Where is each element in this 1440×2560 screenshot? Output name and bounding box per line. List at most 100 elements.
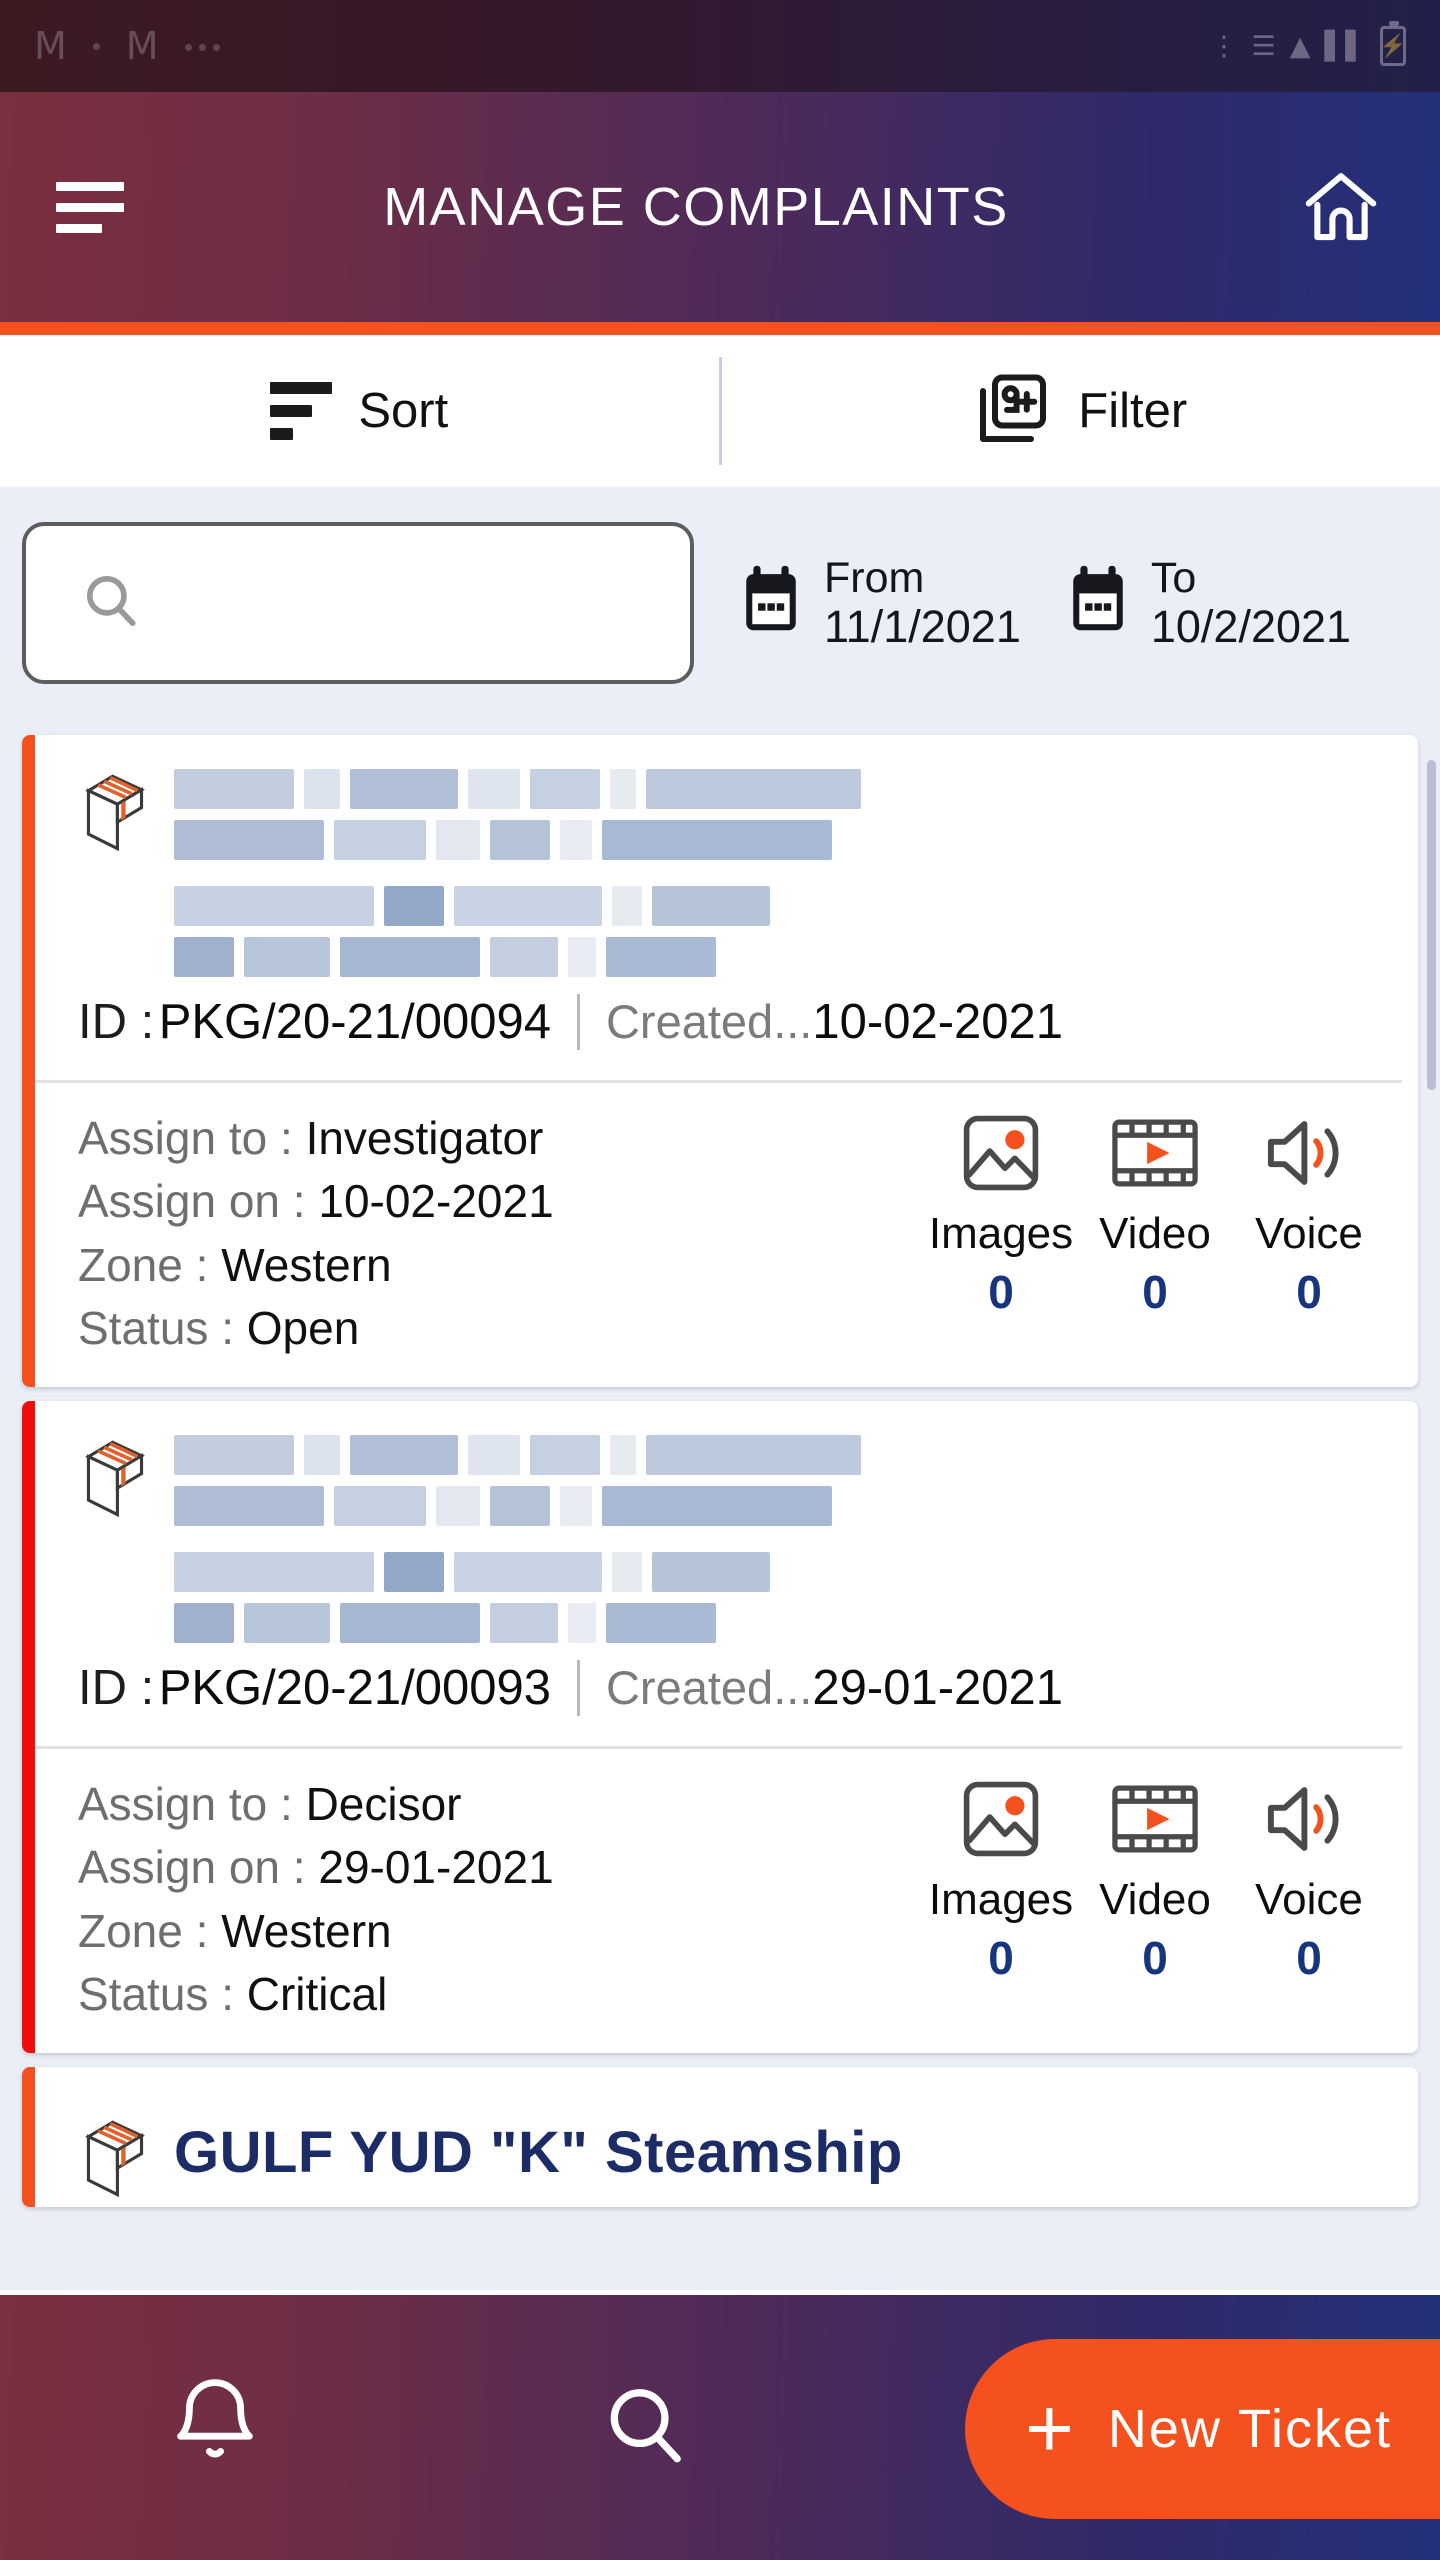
status-stripe: [22, 1400, 35, 2053]
scrollbar[interactable]: [1427, 760, 1436, 1090]
signal-icon: ☰: [1251, 30, 1276, 62]
video-count: 0: [1142, 1931, 1168, 1984]
search-field[interactable]: [142, 578, 622, 628]
assign-on-value: 10-02-2021: [318, 1175, 554, 1228]
gmail-icon: M: [125, 24, 159, 68]
complaint-card[interactable]: ID : PKG/20-21/00093 Created... 29-01-20…: [22, 1400, 1418, 2053]
calendar-icon: [738, 564, 804, 641]
new-ticket-button[interactable]: + New Ticket: [964, 2339, 1440, 2519]
status-bar-system-icons: ⋮ ☰ ▲ ▌▌ ⚡: [1210, 21, 1407, 66]
plus-icon: +: [1024, 2381, 1074, 2476]
status-value: Open: [246, 1302, 360, 1355]
sort-button[interactable]: Sort: [0, 382, 719, 440]
id-label: ID :: [78, 1660, 155, 1715]
filter-button[interactable]: Filter: [722, 370, 1440, 453]
id-value: PKG/20-21/00093: [158, 1660, 551, 1715]
voice-counter[interactable]: Voice 0: [1236, 1773, 1382, 2027]
video-counter[interactable]: Video 0: [1082, 1773, 1228, 2027]
date-from-label: From: [824, 553, 925, 602]
date-from-value: 11/1/2021: [824, 600, 1021, 652]
status-label: Status :: [78, 1968, 234, 2021]
voice-count: 0: [1296, 1266, 1322, 1318]
voice-count: 0: [1296, 1931, 1322, 1984]
package-icon: [78, 769, 152, 852]
calendar-icon: [1065, 564, 1131, 641]
video-counter[interactable]: Video 0: [1082, 1107, 1228, 1361]
app-header: MANAGE COMPLAINTS: [0, 92, 1440, 322]
created-label: Created...: [605, 1660, 813, 1714]
redacted-title: [174, 763, 1392, 988]
filter-label: Filter: [1078, 384, 1188, 438]
image-icon: [928, 1107, 1074, 1199]
voice-label: Voice: [1255, 1874, 1363, 1924]
sort-filter-toolbar: Sort Filter: [0, 335, 1440, 487]
search-button[interactable]: [430, 2379, 860, 2476]
media-counters: Images 0 Video 0 Voice 0: [928, 1107, 1388, 1361]
assign-to-row: Assign to : Decisor: [78, 1773, 928, 1836]
created-value: 29-01-2021: [812, 1660, 1064, 1715]
vibrate-icon: ⋮: [1210, 30, 1238, 62]
voice-label: Voice: [1255, 1209, 1363, 1258]
search-input[interactable]: [22, 522, 694, 684]
date-to-label: To: [1150, 553, 1197, 602]
row-divider: [576, 1659, 580, 1716]
header-accent-bar: [0, 322, 1440, 335]
status-row: Status : Open: [78, 1297, 928, 1360]
more-notifications-icon: [184, 44, 220, 51]
separator-dot-icon: [92, 42, 100, 50]
created-label: Created...: [605, 995, 813, 1048]
complaint-title: GULF YUD "K" Steamship: [174, 2120, 903, 2186]
wifi-icon: ▲: [1289, 30, 1311, 62]
date-to-picker[interactable]: To 10/2/2021: [1065, 554, 1351, 653]
created-value: 10-02-2021: [812, 995, 1064, 1049]
video-count: 0: [1142, 1266, 1168, 1318]
signal-bars-icon: ▌▌: [1324, 30, 1366, 62]
zone-label: Zone :: [78, 1238, 209, 1291]
images-counter[interactable]: Images 0: [928, 1107, 1074, 1361]
search-icon: [599, 2379, 691, 2476]
battery-charging-icon: ⚡: [1379, 21, 1407, 66]
redacted-title: [174, 1429, 1392, 1654]
media-counters: Images 0 Video 0 Voice 0: [928, 1773, 1388, 2027]
complaint-card[interactable]: ID : PKG/20-21/00094 Created... 10-02-20…: [22, 735, 1418, 1387]
video-icon: [1082, 1773, 1228, 1865]
date-from-picker[interactable]: From 11/1/2021: [738, 554, 1021, 653]
filter-9-plus-icon: [974, 370, 1052, 453]
assign-to-label: Assign to :: [78, 1777, 293, 1830]
zone-value: Western: [221, 1904, 392, 1957]
images-label: Images: [928, 1874, 1074, 1924]
row-divider: [576, 994, 580, 1050]
voice-icon: [1236, 1773, 1382, 1865]
page-title: MANAGE COMPLAINTS: [383, 177, 1009, 237]
complaint-list[interactable]: ID : PKG/20-21/00094 Created... 10-02-20…: [0, 719, 1440, 2290]
status-label: Status :: [78, 1302, 234, 1355]
bell-icon: [167, 2373, 263, 2482]
sort-icon: [270, 382, 333, 440]
video-label: Video: [1099, 1874, 1211, 1924]
voice-counter[interactable]: Voice 0: [1236, 1107, 1382, 1361]
notifications-button[interactable]: [0, 2373, 430, 2482]
home-icon[interactable]: [1298, 164, 1384, 250]
voice-icon: [1236, 1107, 1382, 1199]
new-ticket-label: New Ticket: [1107, 2399, 1392, 2459]
sort-label: Sort: [358, 384, 449, 438]
app-screen: M M ⋮ ☰ ▲ ▌▌ ⚡ MANAGE COMPLAINTS Sort Fi…: [0, 0, 1440, 2560]
assign-on-label: Assign on :: [78, 1841, 306, 1894]
assign-on-label: Assign on :: [78, 1175, 306, 1228]
search-and-date-row: From 11/1/2021 To 10/2/2021: [0, 487, 1440, 719]
video-icon: [1082, 1107, 1228, 1199]
package-icon: [78, 1435, 152, 1517]
images-count: 0: [988, 1931, 1014, 1984]
images-counter[interactable]: Images 0: [928, 1773, 1074, 2027]
zone-row: Zone : Western: [78, 1234, 928, 1297]
gmail-icon: M: [34, 24, 67, 68]
search-icon: [80, 570, 142, 637]
zone-row: Zone : Western: [78, 1900, 928, 1963]
id-value: PKG/20-21/00094: [158, 995, 551, 1049]
zone-value: Western: [221, 1238, 392, 1291]
status-stripe: [22, 2066, 35, 2207]
image-icon: [928, 1773, 1074, 1865]
images-count: 0: [988, 1266, 1014, 1318]
assign-on-row: Assign on : 10-02-2021: [78, 1170, 928, 1233]
complaint-card[interactable]: GULF YUD "K" Steamship: [22, 2066, 1418, 2207]
